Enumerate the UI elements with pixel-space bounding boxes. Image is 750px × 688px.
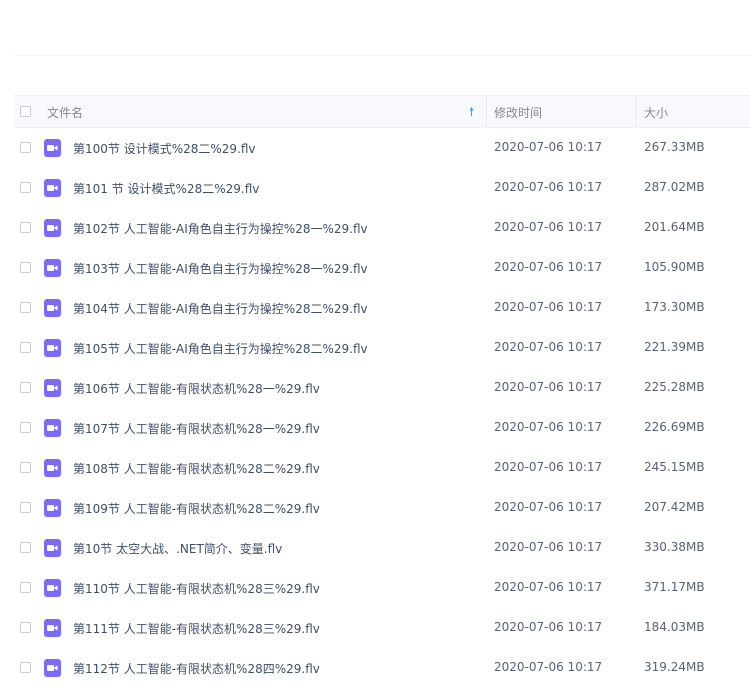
- column-header-name[interactable]: 文件名: [47, 104, 83, 121]
- file-modified-time: 2020-07-06 10:17: [494, 220, 603, 234]
- file-size: 221.39MB: [644, 340, 705, 354]
- table-row[interactable]: 第108节 人工智能-有限状态机%28二%29.flv 2020-07-06 10…: [14, 448, 750, 488]
- column-divider[interactable]: [635, 96, 636, 127]
- video-file-icon: [44, 459, 61, 477]
- file-name[interactable]: 第108节 人工智能-有限状态机%28二%29.flv: [73, 460, 320, 477]
- table-row[interactable]: 第101 节 设计模式%28二%29.flv 2020-07-06 10:17 28…: [14, 168, 750, 208]
- file-size: 330.38MB: [644, 540, 705, 554]
- table-row[interactable]: 第103节 人工智能-AI角色自主行为操控%28一%29.flv 2020-07-…: [14, 248, 750, 288]
- file-size: 225.28MB: [644, 380, 705, 394]
- top-divider: [14, 55, 750, 56]
- video-file-icon: [44, 139, 61, 157]
- file-table: 文件名 🠕 修改时间 大小 第100节 设计模式%28二%29.flv 2020-…: [14, 95, 750, 688]
- file-name[interactable]: 第106节 人工智能-有限状态机%28一%29.flv: [73, 380, 320, 397]
- file-size: 207.42MB: [644, 500, 705, 514]
- row-checkbox[interactable]: [20, 582, 31, 593]
- file-name[interactable]: 第107节 人工智能-有限状态机%28一%29.flv: [73, 420, 320, 437]
- row-checkbox[interactable]: [20, 262, 31, 273]
- video-file-icon: [44, 659, 61, 677]
- file-size: 105.90MB: [644, 260, 705, 274]
- file-modified-time: 2020-07-06 10:17: [494, 460, 603, 474]
- column-header-size[interactable]: 大小: [644, 104, 668, 121]
- row-checkbox[interactable]: [20, 542, 31, 553]
- file-name[interactable]: 第103节 人工智能-AI角色自主行为操控%28一%29.flv: [73, 260, 368, 277]
- file-modified-time: 2020-07-06 10:17: [494, 540, 603, 554]
- column-header-mtime[interactable]: 修改时间: [494, 104, 542, 121]
- table-row[interactable]: 第105节 人工智能-AI角色自主行为操控%28二%29.flv 2020-07-…: [14, 328, 750, 368]
- file-modified-time: 2020-07-06 10:17: [494, 620, 603, 634]
- row-checkbox[interactable]: [20, 502, 31, 513]
- file-name[interactable]: 第101 节 设计模式%28二%29.flv: [73, 180, 259, 197]
- row-checkbox[interactable]: [20, 462, 31, 473]
- row-checkbox[interactable]: [20, 382, 31, 393]
- file-size: 287.02MB: [644, 180, 705, 194]
- sort-ascending-icon[interactable]: 🠕: [469, 103, 474, 124]
- top-area: [0, 0, 750, 95]
- file-modified-time: 2020-07-06 10:17: [494, 660, 603, 674]
- select-all-checkbox[interactable]: [20, 106, 31, 117]
- row-checkbox[interactable]: [20, 182, 31, 193]
- file-name[interactable]: 第109节 人工智能-有限状态机%28二%29.flv: [73, 500, 320, 517]
- file-name[interactable]: 第10节 太空大战、.NET简介、变量.flv: [73, 540, 282, 557]
- table-row[interactable]: 第110节 人工智能-有限状态机%28三%29.flv 2020-07-06 10…: [14, 568, 750, 608]
- file-modified-time: 2020-07-06 10:17: [494, 300, 603, 314]
- video-file-icon: [44, 619, 61, 637]
- table-row[interactable]: 第112节 人工智能-有限状态机%28四%29.flv 2020-07-06 10…: [14, 648, 750, 688]
- row-checkbox[interactable]: [20, 422, 31, 433]
- table-row[interactable]: 第109节 人工智能-有限状态机%28二%29.flv 2020-07-06 10…: [14, 488, 750, 528]
- file-list: 第100节 设计模式%28二%29.flv 2020-07-06 10:17 267…: [14, 128, 750, 688]
- video-file-icon: [44, 579, 61, 597]
- file-name[interactable]: 第100节 设计模式%28二%29.flv: [73, 140, 256, 157]
- file-modified-time: 2020-07-06 10:17: [494, 340, 603, 354]
- video-file-icon: [44, 379, 61, 397]
- row-checkbox[interactable]: [20, 222, 31, 233]
- table-row[interactable]: 第111节 人工智能-有限状态机%28三%29.flv 2020-07-06 10…: [14, 608, 750, 648]
- file-size: 184.03MB: [644, 620, 705, 634]
- file-size: 226.69MB: [644, 420, 705, 434]
- table-row[interactable]: 第107节 人工智能-有限状态机%28一%29.flv 2020-07-06 10…: [14, 408, 750, 448]
- file-size: 245.15MB: [644, 460, 705, 474]
- file-name[interactable]: 第111节 人工智能-有限状态机%28三%29.flv: [73, 620, 320, 637]
- file-size: 319.24MB: [644, 660, 705, 674]
- table-header: 文件名 🠕 修改时间 大小: [14, 95, 750, 128]
- table-row[interactable]: 第102节 人工智能-AI角色自主行为操控%28一%29.flv 2020-07-…: [14, 208, 750, 248]
- row-checkbox[interactable]: [20, 302, 31, 313]
- file-name[interactable]: 第104节 人工智能-AI角色自主行为操控%28二%29.flv: [73, 300, 368, 317]
- video-file-icon: [44, 179, 61, 197]
- video-file-icon: [44, 259, 61, 277]
- video-file-icon: [44, 299, 61, 317]
- video-file-icon: [44, 219, 61, 237]
- file-name[interactable]: 第102节 人工智能-AI角色自主行为操控%28一%29.flv: [73, 220, 368, 237]
- file-modified-time: 2020-07-06 10:17: [494, 180, 603, 194]
- column-divider[interactable]: [486, 96, 487, 127]
- file-size: 371.17MB: [644, 580, 705, 594]
- file-modified-time: 2020-07-06 10:17: [494, 500, 603, 514]
- file-size: 173.30MB: [644, 300, 705, 314]
- row-checkbox[interactable]: [20, 622, 31, 633]
- file-modified-time: 2020-07-06 10:17: [494, 580, 603, 594]
- table-row[interactable]: 第106节 人工智能-有限状态机%28一%29.flv 2020-07-06 10…: [14, 368, 750, 408]
- file-size: 267.33MB: [644, 140, 705, 154]
- file-name[interactable]: 第112节 人工智能-有限状态机%28四%29.flv: [73, 660, 320, 677]
- video-file-icon: [44, 419, 61, 437]
- file-modified-time: 2020-07-06 10:17: [494, 140, 603, 154]
- file-name[interactable]: 第110节 人工智能-有限状态机%28三%29.flv: [73, 580, 320, 597]
- video-file-icon: [44, 499, 61, 517]
- table-row[interactable]: 第100节 设计模式%28二%29.flv 2020-07-06 10:17 267…: [14, 128, 750, 168]
- file-modified-time: 2020-07-06 10:17: [494, 260, 603, 274]
- video-file-icon: [44, 339, 61, 357]
- row-checkbox[interactable]: [20, 142, 31, 153]
- file-size: 201.64MB: [644, 220, 705, 234]
- row-checkbox[interactable]: [20, 342, 31, 353]
- file-modified-time: 2020-07-06 10:17: [494, 420, 603, 434]
- video-file-icon: [44, 539, 61, 557]
- table-row[interactable]: 第10节 太空大战、.NET简介、变量.flv 2020-07-06 10:17 3…: [14, 528, 750, 568]
- file-name[interactable]: 第105节 人工智能-AI角色自主行为操控%28二%29.flv: [73, 340, 368, 357]
- table-row[interactable]: 第104节 人工智能-AI角色自主行为操控%28二%29.flv 2020-07-…: [14, 288, 750, 328]
- file-modified-time: 2020-07-06 10:17: [494, 380, 603, 394]
